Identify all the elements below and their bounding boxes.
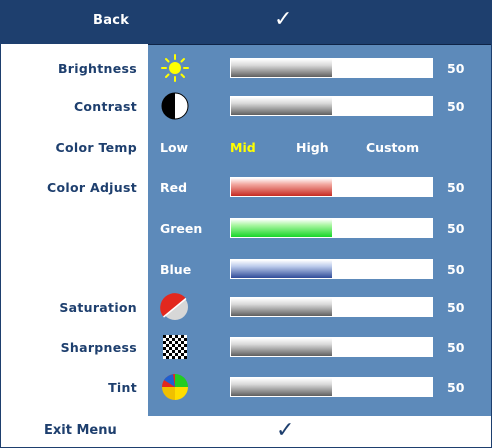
- sun-icon: [161, 54, 189, 82]
- tint-value: 50: [447, 380, 465, 395]
- exit-check-icon: ✓: [276, 418, 295, 443]
- blue-slider[interactable]: [230, 259, 433, 279]
- green-slider-fill: [231, 219, 332, 237]
- brightness-label[interactable]: Brightness: [0, 61, 137, 76]
- color-temp-option-custom[interactable]: Custom: [366, 140, 419, 155]
- saturation-slider-fill: [231, 298, 332, 316]
- green-value: 50: [447, 221, 465, 236]
- saturation-slider[interactable]: [230, 297, 433, 317]
- red-label: Red: [160, 180, 188, 195]
- color-temp-label[interactable]: Color Temp: [0, 140, 137, 155]
- sharpness-slider[interactable]: [230, 337, 433, 357]
- tint-icon: [162, 374, 188, 400]
- green-label: Green: [160, 221, 203, 236]
- saturation-value: 50: [447, 300, 465, 315]
- tint-label[interactable]: Tint: [0, 380, 137, 395]
- red-value: 50: [447, 180, 465, 195]
- sharpness-slider-fill: [231, 338, 332, 356]
- color-temp-option-high[interactable]: High: [296, 140, 329, 155]
- exit-row[interactable]: Exit Menu ✓: [0, 416, 492, 448]
- exit-menu-button[interactable]: Exit Menu: [44, 423, 117, 438]
- brightness-slider-fill: [231, 59, 332, 77]
- back-row[interactable]: Back ✓: [0, 0, 492, 45]
- color-temp-option-low[interactable]: Low: [160, 140, 188, 155]
- tint-slider-fill: [231, 378, 332, 396]
- sharpness-value: 50: [447, 340, 465, 355]
- color-temp-option-mid[interactable]: Mid: [230, 140, 256, 155]
- osd-menu: Back ✓ Brightness 50 Contrast 50 Color T…: [0, 0, 492, 448]
- blue-value: 50: [447, 262, 465, 277]
- green-slider[interactable]: [230, 218, 433, 238]
- red-slider[interactable]: [230, 177, 433, 197]
- back-check-icon: ✓: [274, 7, 293, 32]
- back-button[interactable]: Back: [93, 13, 129, 28]
- contrast-label[interactable]: Contrast: [0, 99, 137, 114]
- contrast-slider[interactable]: [230, 96, 433, 116]
- contrast-value: 50: [447, 99, 465, 114]
- sharpness-icon: [163, 335, 187, 359]
- saturation-icon: [160, 293, 188, 320]
- brightness-slider[interactable]: [230, 58, 433, 78]
- sharpness-label[interactable]: Sharpness: [0, 340, 137, 355]
- red-slider-fill: [231, 178, 332, 196]
- saturation-label[interactable]: Saturation: [0, 300, 137, 315]
- contrast-icon: [161, 92, 189, 120]
- contrast-slider-fill: [231, 97, 332, 115]
- blue-label: Blue: [160, 262, 192, 277]
- color-adjust-label[interactable]: Color Adjust: [0, 180, 137, 195]
- blue-slider-fill: [231, 260, 332, 278]
- tint-slider[interactable]: [230, 377, 433, 397]
- brightness-value: 50: [447, 61, 465, 76]
